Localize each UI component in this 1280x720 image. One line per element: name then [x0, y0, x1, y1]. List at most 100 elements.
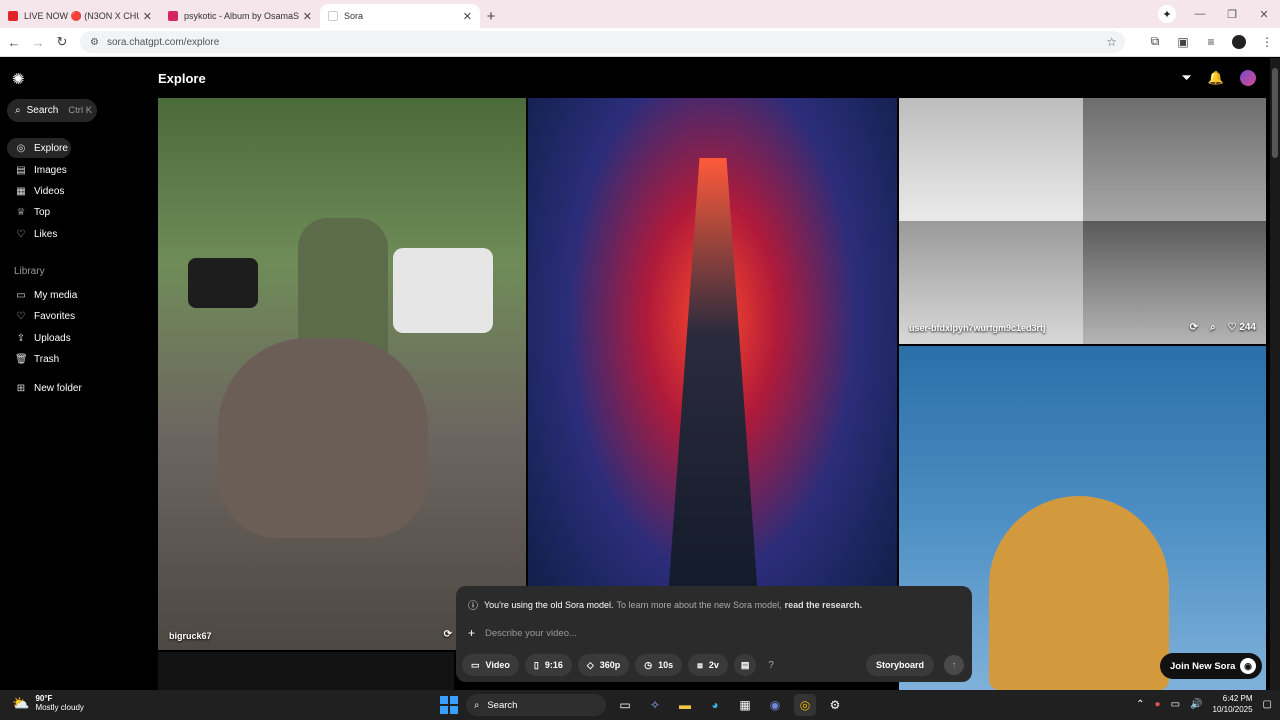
- sidebar-item-uploads[interactable]: ⇪ Uploads: [7, 328, 147, 348]
- page-title: Explore: [158, 71, 206, 86]
- cast-icon[interactable]: ▣: [1176, 35, 1190, 49]
- youtube-icon: [8, 11, 18, 21]
- app-icon[interactable]: ⚙: [824, 694, 846, 716]
- media-controls-icon[interactable]: ≡: [1204, 35, 1218, 49]
- taskbar-search[interactable]: ⌕ Search: [466, 694, 606, 716]
- variations-value: 2v: [708, 660, 719, 670]
- tile-username[interactable]: user-bfdxlpyh7wurfgm9c1ed3rtj: [909, 323, 1046, 333]
- scrollbar[interactable]: [1270, 58, 1280, 690]
- browser-tab-album[interactable]: psykotic - Album by OsamaSon ✕: [160, 4, 320, 28]
- restore-icon[interactable]: ❐: [1216, 8, 1248, 21]
- volume-icon[interactable]: 🔊: [1190, 699, 1202, 710]
- bell-icon[interactable]: 🔔: [1208, 70, 1224, 86]
- discord-icon[interactable]: ◉: [764, 694, 786, 716]
- presets-button[interactable]: ▤: [733, 654, 757, 676]
- phone-icon: ▯: [533, 659, 539, 670]
- header-actions: ⏷ 🔔: [1181, 70, 1256, 86]
- gemini-icon[interactable]: ✦: [1158, 5, 1176, 23]
- url-field[interactable]: ⚙ sora.chatgpt.com/explore ☆: [80, 31, 1125, 53]
- bookmark-star-icon[interactable]: ☆: [1106, 35, 1117, 49]
- join-label: Join New Sora: [1170, 660, 1236, 672]
- search-icon[interactable]: ⌕: [1210, 322, 1216, 333]
- edge-icon[interactable]: ◕: [704, 694, 726, 716]
- scrollbar-thumb[interactable]: [1272, 68, 1278, 158]
- close-window-icon[interactable]: ✕: [1248, 8, 1280, 21]
- minimize-icon[interactable]: —: [1184, 8, 1216, 20]
- remix-icon[interactable]: ⟳: [444, 629, 452, 640]
- notice-muted: To learn more about the new Sora model,: [616, 599, 782, 610]
- sora-ghost-icon: ◉: [1240, 658, 1256, 674]
- chevron-up-icon[interactable]: ⌃: [1136, 699, 1144, 710]
- help-button[interactable]: ?: [768, 660, 774, 671]
- sidebar-item-videos[interactable]: ▦ Videos: [7, 181, 147, 201]
- tray-app-icon[interactable]: ●: [1155, 699, 1161, 710]
- store-icon[interactable]: ▦: [734, 694, 756, 716]
- sidebar-item-label: Trash: [34, 353, 60, 365]
- new-tab-button[interactable]: +: [480, 4, 502, 28]
- window-controls: — ❐ ✕: [1184, 0, 1280, 28]
- videos-icon: ▦: [16, 185, 26, 197]
- menu-icon[interactable]: ⋮: [1260, 35, 1274, 49]
- feed-tile-hippo[interactable]: bigruck67 ⟳: [158, 98, 526, 650]
- variations-select[interactable]: ⧈ 2v: [688, 654, 728, 676]
- uploads-icon: ⇪: [16, 332, 26, 344]
- compass-icon: ◎: [16, 142, 26, 154]
- remix-icon[interactable]: ⟳: [1190, 322, 1198, 333]
- close-icon[interactable]: ✕: [303, 10, 312, 23]
- chrome-icon[interactable]: ◎: [794, 694, 816, 716]
- send-button[interactable]: ↑: [944, 655, 964, 675]
- like-button[interactable]: ♡ 244: [1228, 322, 1256, 333]
- site-info-icon[interactable]: ⚙: [90, 37, 99, 48]
- sidebar-item-explore[interactable]: ◎ Explore: [7, 138, 71, 158]
- sidebar-item-new-folder[interactable]: ⊞ New folder: [7, 378, 147, 398]
- tile-username[interactable]: bigruck67: [169, 631, 212, 641]
- avatar[interactable]: [1240, 70, 1256, 86]
- sidebar-item-my-media[interactable]: ▭ My media: [7, 285, 147, 305]
- duration-select[interactable]: ◷ 10s: [635, 654, 683, 676]
- sidebar-item-label: Videos: [34, 185, 65, 197]
- forward-icon[interactable]: →: [26, 35, 50, 50]
- feed-tile-partial[interactable]: [158, 652, 454, 692]
- browser-tabbar: LIVE NOW 🔴 (N3ON X CHU ✕ psykotic - Albu…: [0, 0, 1280, 28]
- sora-icon: [328, 11, 338, 21]
- sidebar-item-top[interactable]: ♕ Top: [7, 202, 147, 222]
- tab-title: Sora: [344, 11, 364, 21]
- aspect-select[interactable]: ▯ 9:16: [524, 654, 572, 676]
- sidebar-item-trash[interactable]: 🗑 Trash: [7, 349, 147, 369]
- storyboard-button[interactable]: Storyboard: [865, 654, 934, 676]
- browser-tab-live[interactable]: LIVE NOW 🔴 (N3ON X CHU ✕: [0, 4, 160, 28]
- copilot-icon[interactable]: ✧: [644, 694, 666, 716]
- reload-icon[interactable]: ↻: [50, 34, 74, 50]
- plus-icon[interactable]: +: [468, 626, 475, 640]
- info-icon: ⓘ: [468, 601, 478, 612]
- task-view-icon[interactable]: ▭: [614, 694, 636, 716]
- back-icon[interactable]: ←: [2, 35, 26, 50]
- prompt-input[interactable]: + Describe your video...: [468, 626, 577, 640]
- search-icon: ⌕: [474, 699, 480, 711]
- openai-logo-icon[interactable]: ✺: [12, 70, 25, 88]
- feed-tile-escalator[interactable]: [528, 98, 897, 648]
- close-icon[interactable]: ✕: [463, 10, 472, 23]
- extensions-icon[interactable]: ⧉: [1148, 34, 1162, 49]
- aspect-value: 9:16: [544, 660, 563, 670]
- windows-start-icon[interactable]: [440, 696, 458, 714]
- clock[interactable]: 6:42 PM 10/10/2025: [1213, 693, 1253, 715]
- sidebar-item-favorites[interactable]: ♡ Favorites: [7, 306, 147, 326]
- research-link[interactable]: read the research.: [785, 600, 863, 610]
- search-button[interactable]: ⌕ Search Ctrl K: [7, 99, 97, 122]
- sidebar-item-images[interactable]: ▤ Images: [7, 160, 147, 180]
- file-explorer-icon[interactable]: ▬: [674, 694, 696, 716]
- network-icon[interactable]: ▭: [1171, 699, 1180, 710]
- browser-tab-sora[interactable]: Sora ✕: [320, 4, 480, 28]
- filter-icon[interactable]: ⏷: [1181, 70, 1191, 86]
- feed-tile-soldiers[interactable]: user-bfdxlpyh7wurfgm9c1ed3rtj ⟳ ⌕ ♡ 244: [899, 98, 1266, 344]
- notification-icon[interactable]: ▢: [1263, 699, 1272, 710]
- profile-avatar[interactable]: [1232, 34, 1246, 49]
- sidebar-item-likes[interactable]: ♡ Likes: [7, 224, 147, 244]
- weather-widget[interactable]: ⛅ 90°F Mostly cloudy: [12, 694, 84, 712]
- type-select[interactable]: ▭ Video: [462, 654, 519, 676]
- join-new-sora-button[interactable]: Join New Sora ◉: [1160, 653, 1262, 679]
- resolution-select[interactable]: ◇ 360p: [577, 654, 630, 676]
- taskbar-search-label: Search: [487, 699, 518, 711]
- close-icon[interactable]: ✕: [143, 10, 152, 23]
